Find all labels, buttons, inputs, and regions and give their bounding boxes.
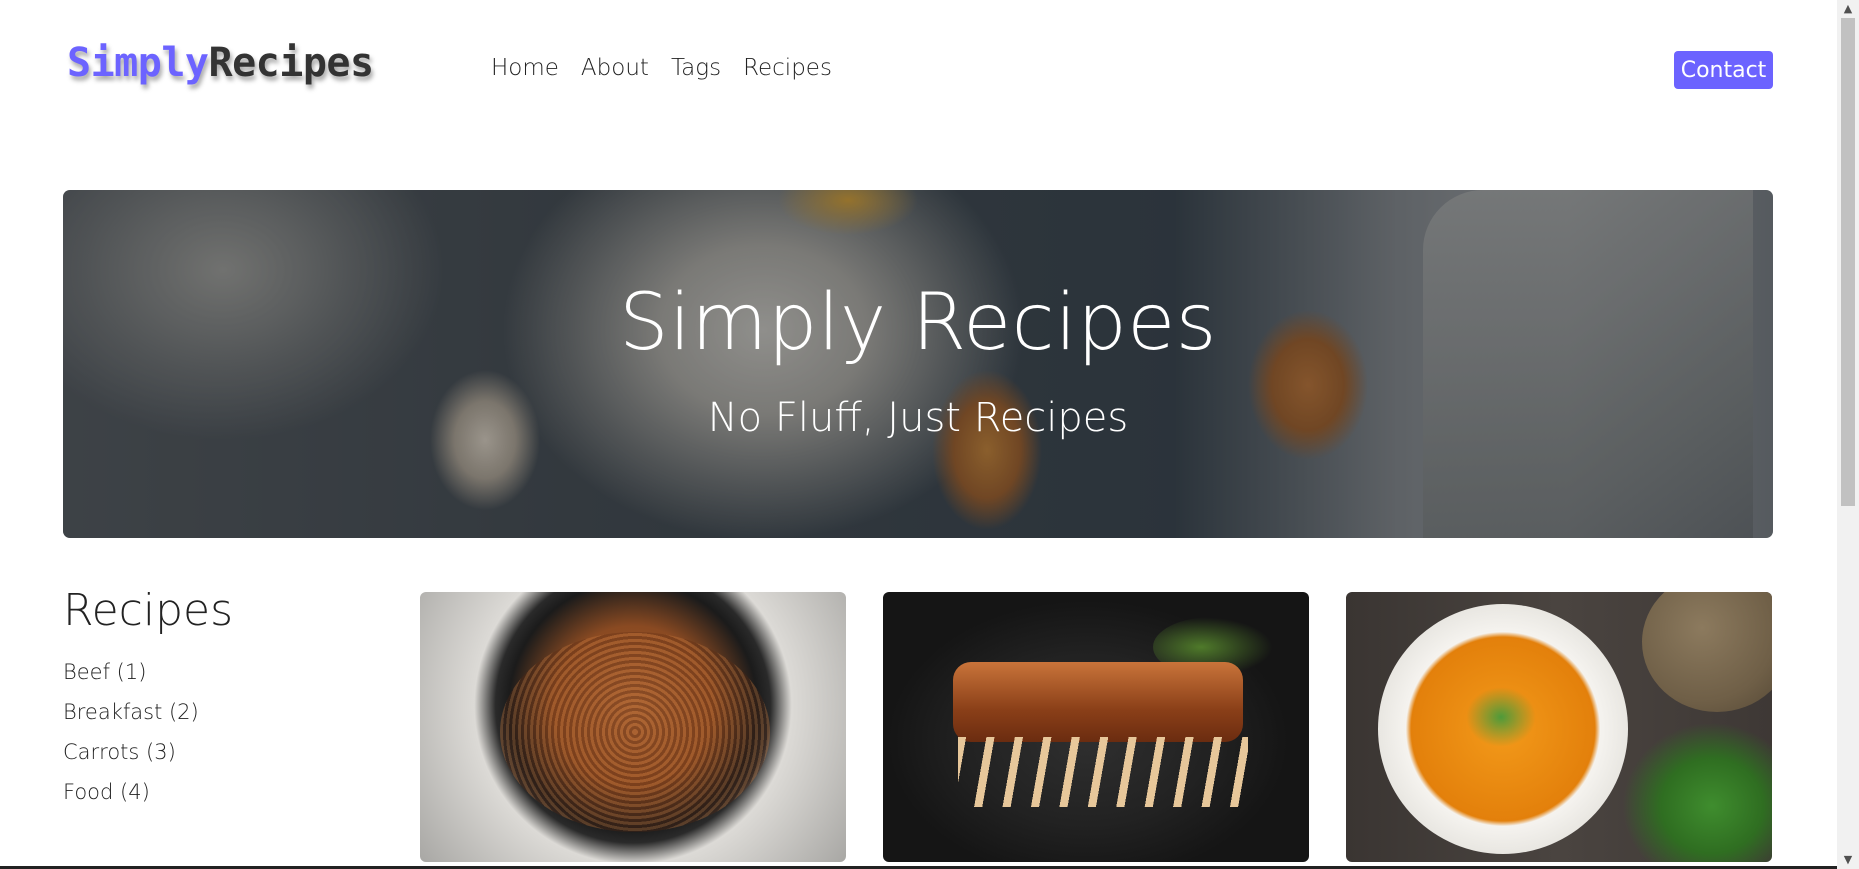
tag-item-breakfast[interactable]: Breakfast (2) [63,692,363,732]
contact-button[interactable]: Contact [1674,51,1773,89]
soup-garnish [1466,687,1536,747]
soup-bread [1642,592,1772,712]
nav-link-home[interactable]: Home [491,55,559,81]
scrollbar-thumb[interactable] [1841,18,1855,506]
recipe-cards [420,592,1772,862]
pan-food-texture [500,632,770,832]
logo[interactable]: SimplyRecipes [67,40,374,86]
sidebar-title: Recipes [63,585,234,636]
recipes-sidebar: Recipes Beef (1) Breakfast (2) Carrots (… [63,585,363,812]
tag-item-beef[interactable]: Beef (1) [63,652,363,692]
recipe-card-image-ribs[interactable] [883,592,1309,862]
hero-banner: Simply Recipes No Fluff, Just Recipes [63,190,1773,538]
nav-link-about[interactable]: About [581,55,649,81]
ribs-bones [958,737,1248,807]
scroll-down-arrow-icon[interactable]: ▼ [1837,851,1859,869]
tag-item-food[interactable]: Food (4) [63,772,363,812]
navbar: SimplyRecipes Home About Tags Recipes Co… [0,0,1837,140]
nav-links: Home About Tags Recipes [491,55,832,81]
ribs-meat [953,662,1243,742]
tag-list: Beef (1) Breakfast (2) Carrots (3) Food … [63,652,363,812]
scroll-up-arrow-icon[interactable]: ▲ [1837,0,1859,18]
nav-link-recipes[interactable]: Recipes [743,55,832,81]
logo-main: Recipes [208,40,375,86]
tag-item-carrots[interactable]: Carrots (3) [63,732,363,772]
recipe-card-image-soup[interactable] [1346,592,1772,862]
hero-title: Simply Recipes [619,278,1217,368]
recipe-card-image-pan[interactable] [420,592,846,862]
hero-subtitle: No Fluff, Just Recipes [707,395,1129,441]
logo-accent: Simply [67,40,209,86]
nav-link-tags[interactable]: Tags [671,55,721,81]
soup-basil [1622,722,1772,862]
